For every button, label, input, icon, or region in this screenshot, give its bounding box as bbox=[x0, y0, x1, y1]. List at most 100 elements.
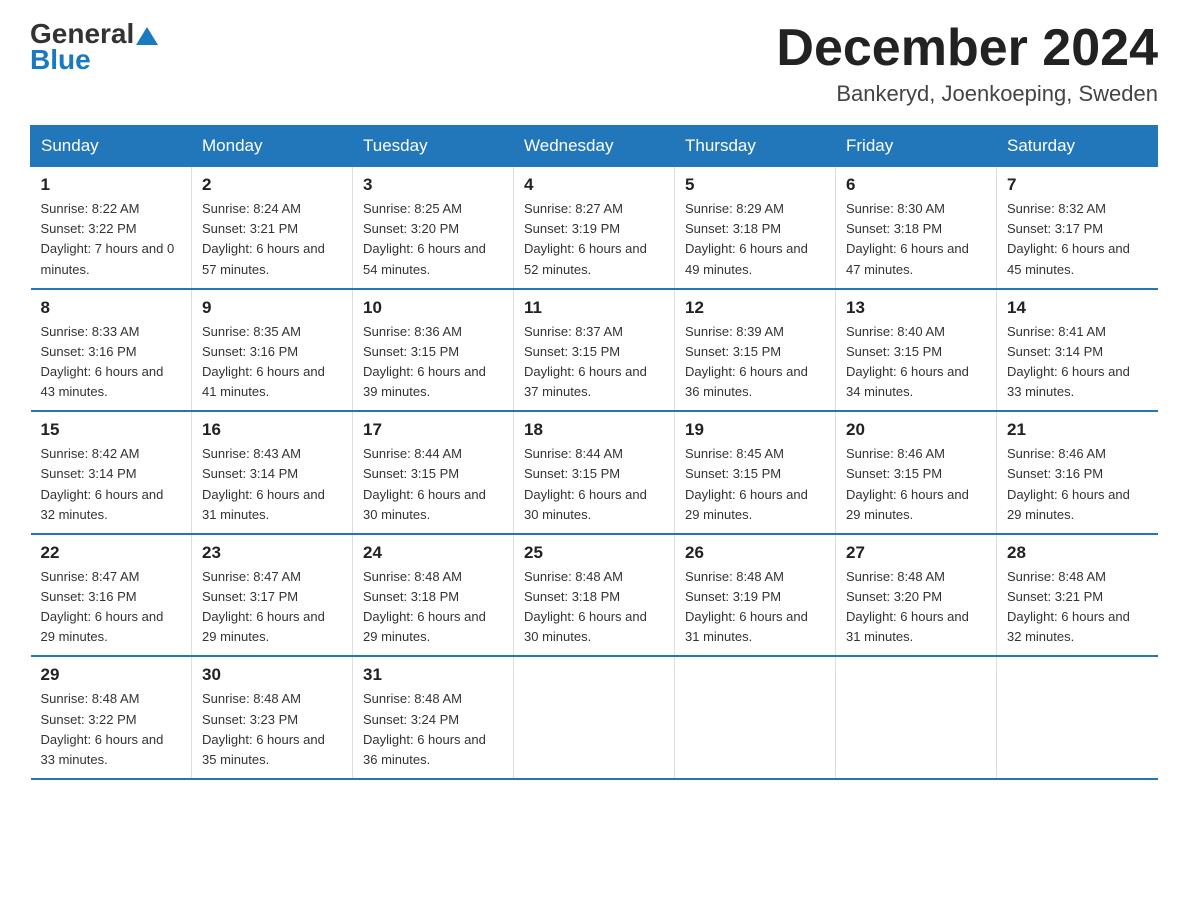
day-info: Sunrise: 8:48 AMSunset: 3:18 PMDaylight:… bbox=[363, 567, 503, 648]
day-info: Sunrise: 8:48 AMSunset: 3:19 PMDaylight:… bbox=[685, 567, 825, 648]
day-info: Sunrise: 8:29 AMSunset: 3:18 PMDaylight:… bbox=[685, 199, 825, 280]
day-number: 21 bbox=[1007, 420, 1148, 440]
day-number: 6 bbox=[846, 175, 986, 195]
day-info: Sunrise: 8:48 AMSunset: 3:18 PMDaylight:… bbox=[524, 567, 664, 648]
day-info: Sunrise: 8:24 AMSunset: 3:21 PMDaylight:… bbox=[202, 199, 342, 280]
day-info: Sunrise: 8:43 AMSunset: 3:14 PMDaylight:… bbox=[202, 444, 342, 525]
calendar-cell: 20Sunrise: 8:46 AMSunset: 3:15 PMDayligh… bbox=[836, 411, 997, 534]
calendar-cell: 4 Sunrise: 8:27 AMSunset: 3:19 PMDaylight… bbox=[514, 167, 675, 289]
day-number: 15 bbox=[41, 420, 182, 440]
day-number: 22 bbox=[41, 543, 182, 563]
page-header: General Blue December 2024 Bankeryd, Joe… bbox=[30, 20, 1158, 107]
calendar-cell: 16 Sunrise: 8:43 AMSunset: 3:14 PMDayligh… bbox=[192, 411, 353, 534]
day-info: Sunrise: 8:41 AMSunset: 3:14 PMDaylight:… bbox=[1007, 322, 1148, 403]
calendar-cell: 1Sunrise: 8:22 AMSunset: 3:22 PMDaylight… bbox=[31, 167, 192, 289]
day-number: 10 bbox=[363, 298, 503, 318]
calendar-cell: 18 Sunrise: 8:44 AMSunset: 3:15 PMDayligh… bbox=[514, 411, 675, 534]
calendar-cell: 6 Sunrise: 8:30 AMSunset: 3:18 PMDaylight… bbox=[836, 167, 997, 289]
calendar-week-row: 29 Sunrise: 8:48 AMSunset: 3:22 PMDayligh… bbox=[31, 656, 1158, 779]
day-info: Sunrise: 8:47 AMSunset: 3:16 PMDaylight:… bbox=[41, 567, 182, 648]
day-info: Sunrise: 8:48 AMSunset: 3:20 PMDaylight:… bbox=[846, 567, 986, 648]
day-number: 8 bbox=[41, 298, 182, 318]
calendar-week-row: 22 Sunrise: 8:47 AMSunset: 3:16 PMDayligh… bbox=[31, 534, 1158, 657]
weekday-header-friday: Friday bbox=[836, 126, 997, 167]
day-info: Sunrise: 8:27 AMSunset: 3:19 PMDaylight:… bbox=[524, 199, 664, 280]
day-info: Sunrise: 8:36 AMSunset: 3:15 PMDaylight:… bbox=[363, 322, 503, 403]
calendar-cell: 27 Sunrise: 8:48 AMSunset: 3:20 PMDayligh… bbox=[836, 534, 997, 657]
day-number: 1 bbox=[41, 175, 182, 195]
calendar-cell: 5 Sunrise: 8:29 AMSunset: 3:18 PMDaylight… bbox=[675, 167, 836, 289]
calendar-cell: 7Sunrise: 8:32 AMSunset: 3:17 PMDaylight… bbox=[997, 167, 1158, 289]
day-number: 17 bbox=[363, 420, 503, 440]
weekday-header-saturday: Saturday bbox=[997, 126, 1158, 167]
weekday-header-row: SundayMondayTuesdayWednesdayThursdayFrid… bbox=[31, 126, 1158, 167]
day-number: 12 bbox=[685, 298, 825, 318]
calendar-cell: 30Sunrise: 8:48 AMSunset: 3:23 PMDayligh… bbox=[192, 656, 353, 779]
day-number: 11 bbox=[524, 298, 664, 318]
calendar-cell: 17 Sunrise: 8:44 AMSunset: 3:15 PMDayligh… bbox=[353, 411, 514, 534]
day-info: Sunrise: 8:44 AMSunset: 3:15 PMDaylight:… bbox=[363, 444, 503, 525]
title-area: December 2024 Bankeryd, Joenkoeping, Swe… bbox=[776, 20, 1158, 107]
day-number: 24 bbox=[363, 543, 503, 563]
day-info: Sunrise: 8:46 AMSunset: 3:16 PMDaylight:… bbox=[1007, 444, 1148, 525]
calendar-cell bbox=[836, 656, 997, 779]
calendar-cell bbox=[675, 656, 836, 779]
calendar-cell: 9Sunrise: 8:35 AMSunset: 3:16 PMDaylight… bbox=[192, 289, 353, 412]
day-info: Sunrise: 8:40 AMSunset: 3:15 PMDaylight:… bbox=[846, 322, 986, 403]
day-info: Sunrise: 8:35 AMSunset: 3:16 PMDaylight:… bbox=[202, 322, 342, 403]
day-number: 30 bbox=[202, 665, 342, 685]
day-number: 25 bbox=[524, 543, 664, 563]
day-info: Sunrise: 8:45 AMSunset: 3:15 PMDaylight:… bbox=[685, 444, 825, 525]
day-number: 5 bbox=[685, 175, 825, 195]
logo-blue-text: Blue bbox=[30, 44, 91, 76]
day-info: Sunrise: 8:25 AMSunset: 3:20 PMDaylight:… bbox=[363, 199, 503, 280]
weekday-header-monday: Monday bbox=[192, 126, 353, 167]
day-info: Sunrise: 8:44 AMSunset: 3:15 PMDaylight:… bbox=[524, 444, 664, 525]
day-number: 19 bbox=[685, 420, 825, 440]
day-number: 27 bbox=[846, 543, 986, 563]
calendar-cell bbox=[997, 656, 1158, 779]
day-number: 16 bbox=[202, 420, 342, 440]
day-info: Sunrise: 8:48 AMSunset: 3:22 PMDaylight:… bbox=[41, 689, 182, 770]
day-number: 29 bbox=[41, 665, 182, 685]
weekday-header-wednesday: Wednesday bbox=[514, 126, 675, 167]
day-info: Sunrise: 8:42 AMSunset: 3:14 PMDaylight:… bbox=[41, 444, 182, 525]
calendar-cell: 12 Sunrise: 8:39 AMSunset: 3:15 PMDayligh… bbox=[675, 289, 836, 412]
day-number: 13 bbox=[846, 298, 986, 318]
day-number: 3 bbox=[363, 175, 503, 195]
calendar-cell: 3 Sunrise: 8:25 AMSunset: 3:20 PMDaylight… bbox=[353, 167, 514, 289]
calendar-table: SundayMondayTuesdayWednesdayThursdayFrid… bbox=[30, 125, 1158, 780]
day-number: 31 bbox=[363, 665, 503, 685]
logo: General Blue bbox=[30, 20, 158, 76]
calendar-cell: 24 Sunrise: 8:48 AMSunset: 3:18 PMDayligh… bbox=[353, 534, 514, 657]
day-number: 4 bbox=[524, 175, 664, 195]
day-number: 28 bbox=[1007, 543, 1148, 563]
location-text: Bankeryd, Joenkoeping, Sweden bbox=[776, 81, 1158, 107]
weekday-header-sunday: Sunday bbox=[31, 126, 192, 167]
calendar-cell: 14 Sunrise: 8:41 AMSunset: 3:14 PMDayligh… bbox=[997, 289, 1158, 412]
calendar-cell: 31 Sunrise: 8:48 AMSunset: 3:24 PMDayligh… bbox=[353, 656, 514, 779]
day-number: 2 bbox=[202, 175, 342, 195]
calendar-cell: 2 Sunrise: 8:24 AMSunset: 3:21 PMDaylight… bbox=[192, 167, 353, 289]
calendar-cell: 11Sunrise: 8:37 AMSunset: 3:15 PMDayligh… bbox=[514, 289, 675, 412]
day-info: Sunrise: 8:30 AMSunset: 3:18 PMDaylight:… bbox=[846, 199, 986, 280]
day-info: Sunrise: 8:39 AMSunset: 3:15 PMDaylight:… bbox=[685, 322, 825, 403]
calendar-cell: 23 Sunrise: 8:47 AMSunset: 3:17 PMDayligh… bbox=[192, 534, 353, 657]
day-info: Sunrise: 8:48 AMSunset: 3:24 PMDaylight:… bbox=[363, 689, 503, 770]
weekday-header-tuesday: Tuesday bbox=[353, 126, 514, 167]
day-number: 20 bbox=[846, 420, 986, 440]
calendar-cell: 10 Sunrise: 8:36 AMSunset: 3:15 PMDayligh… bbox=[353, 289, 514, 412]
calendar-cell bbox=[514, 656, 675, 779]
day-number: 26 bbox=[685, 543, 825, 563]
calendar-cell: 13 Sunrise: 8:40 AMSunset: 3:15 PMDayligh… bbox=[836, 289, 997, 412]
day-number: 18 bbox=[524, 420, 664, 440]
day-info: Sunrise: 8:47 AMSunset: 3:17 PMDaylight:… bbox=[202, 567, 342, 648]
calendar-cell: 15 Sunrise: 8:42 AMSunset: 3:14 PMDayligh… bbox=[31, 411, 192, 534]
month-title: December 2024 bbox=[776, 20, 1158, 77]
day-number: 7 bbox=[1007, 175, 1148, 195]
calendar-week-row: 1Sunrise: 8:22 AMSunset: 3:22 PMDaylight… bbox=[31, 167, 1158, 289]
day-number: 14 bbox=[1007, 298, 1148, 318]
day-number: 23 bbox=[202, 543, 342, 563]
calendar-cell: 22 Sunrise: 8:47 AMSunset: 3:16 PMDayligh… bbox=[31, 534, 192, 657]
day-info: Sunrise: 8:33 AMSunset: 3:16 PMDaylight:… bbox=[41, 322, 182, 403]
